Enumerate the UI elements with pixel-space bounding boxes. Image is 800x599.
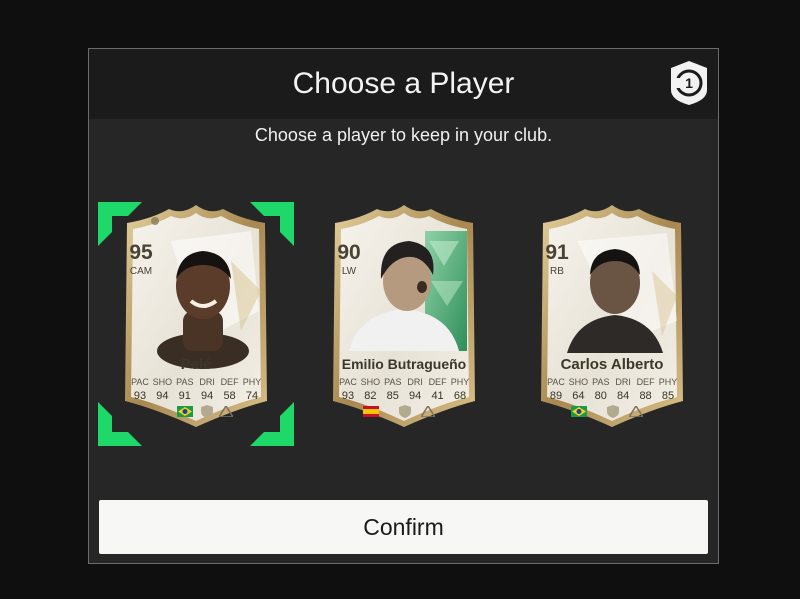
stat-label-pac: PAC [547, 377, 565, 387]
stat-value-pac: 89 [549, 390, 563, 402]
dialog-subtitle: Choose a player to keep in your club. [254, 125, 553, 145]
stat-value-dri: 84 [617, 390, 630, 402]
stat-value-sho: 82 [364, 390, 377, 402]
stat-label-sho: SHO [568, 377, 589, 387]
stat-value-phy: 85 [661, 390, 675, 402]
player-name: Emilio Butragueño [341, 356, 467, 372]
stat-labels: PAC SHO PAS DRI DEF PHY [337, 377, 471, 387]
stat-label-def: DEF [428, 377, 447, 387]
svg-text:1: 1 [685, 75, 693, 91]
spain-flag-icon [363, 406, 379, 417]
stat-labels: PAC SHO PAS DRI DEF PHY [545, 377, 679, 387]
player-rating: 91 [545, 241, 569, 264]
stat-label-dri: DRI [407, 377, 423, 387]
brazil-flag-icon [571, 406, 587, 417]
stat-label-pas: PAS [592, 377, 610, 387]
dialog-title: Choose a Player [292, 67, 515, 100]
stat-value-def: 88 [639, 390, 652, 402]
stat-label-pas: PAS [384, 377, 402, 387]
stat-label-phy: PHY [450, 377, 470, 387]
selection-frame [98, 202, 294, 446]
player-card-carlos-alberto[interactable]: 91 RB Carlos Alberto PAC SHO PAS DRI DEF… [527, 201, 697, 435]
stat-values: 93 82 85 94 41 68 [337, 390, 471, 402]
club-crest-icon [607, 405, 619, 418]
choice-badge-icon: 1 [669, 60, 709, 106]
stat-values: 89 64 80 84 88 85 [545, 390, 679, 402]
stat-label-def: DEF [636, 377, 655, 387]
confirm-button-label: Confirm [363, 513, 444, 540]
stat-label-phy: PHY [658, 377, 678, 387]
choose-player-dialog: Choose a Player 1 Choose a player to kee… [88, 48, 719, 564]
stat-value-pas: 80 [594, 390, 607, 402]
stat-label-dri: DRI [615, 377, 631, 387]
icon-badge [629, 406, 643, 417]
player-position: RB [550, 266, 564, 277]
player-card-butragueno[interactable]: 90 LW Emilio Butragueño PAC SHO PAS DRI … [319, 201, 489, 435]
stat-label-pac: PAC [339, 377, 357, 387]
stat-value-def: 41 [431, 390, 444, 402]
stat-value-dri: 94 [409, 390, 422, 402]
icon-badge [421, 406, 435, 417]
stat-value-pac: 93 [341, 390, 355, 402]
confirm-button[interactable]: Confirm [99, 500, 708, 554]
club-crest-icon [399, 405, 411, 418]
player-position: LW [341, 266, 357, 277]
stat-value-phy: 68 [453, 390, 467, 402]
player-name: Carlos Alberto [560, 356, 664, 373]
stat-label-sho: SHO [360, 377, 381, 387]
player-rating: 90 [337, 241, 361, 264]
stat-value-pas: 85 [386, 390, 399, 402]
stat-value-sho: 64 [572, 390, 585, 402]
